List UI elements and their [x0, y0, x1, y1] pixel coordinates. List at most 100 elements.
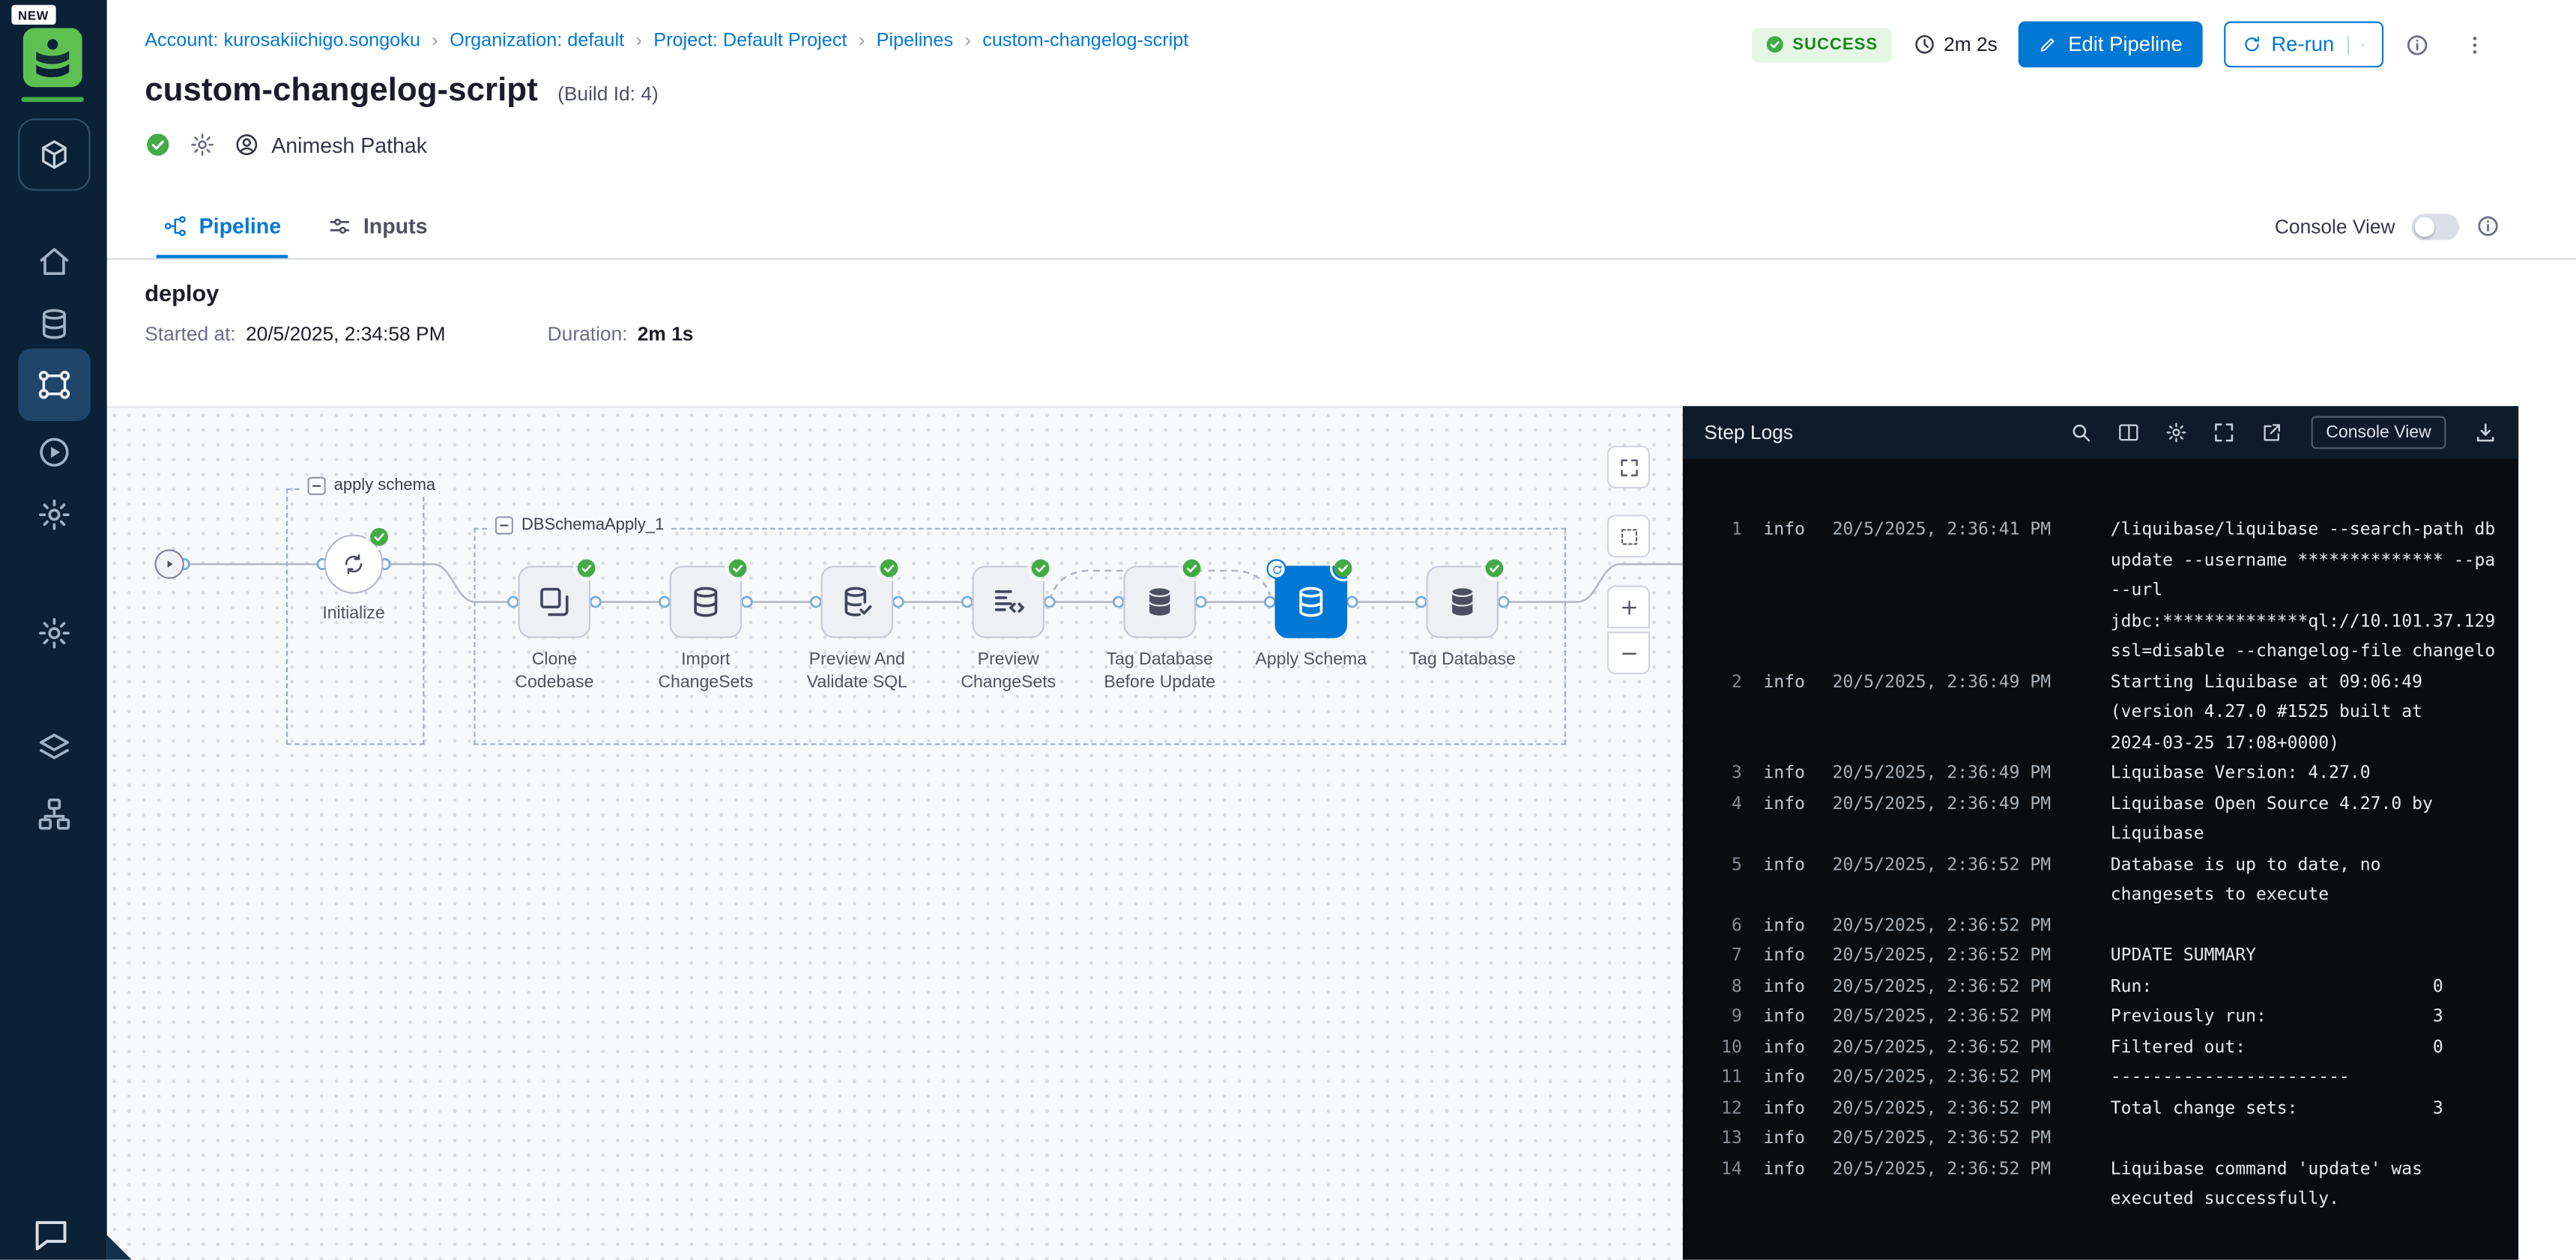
console-view-info-icon[interactable] — [2476, 213, 2500, 238]
expand-icon — [1618, 456, 1639, 478]
node-preview-changesets[interactable] — [972, 566, 1044, 638]
search-icon[interactable] — [2069, 421, 2093, 444]
node-tag-database-before-update[interactable] — [1123, 566, 1196, 638]
log-message: Filtered out: 0 — [2111, 1032, 2499, 1063]
fit-view-button[interactable] — [1607, 446, 1650, 488]
db-outline-icon — [1293, 584, 1329, 620]
db-filled-icon — [1445, 584, 1481, 620]
build-id: (Build Id: 4) — [557, 82, 659, 106]
log-level: info — [1763, 667, 1812, 697]
sidebar-item-environments[interactable] — [35, 730, 71, 766]
log-timestamp: 20/5/2025, 2:36:41 PM — [1833, 515, 2073, 545]
log-settings-icon[interactable] — [2165, 421, 2188, 444]
duration-value: 2m 1s — [638, 322, 694, 345]
edit-pipeline-button[interactable]: Edit Pipeline — [2019, 22, 2202, 67]
tab-inputs[interactable]: Inputs — [327, 194, 428, 258]
breadcrumb-item[interactable]: Pipelines — [877, 31, 953, 51]
select-mode-button[interactable] — [1607, 515, 1650, 557]
node-import-changesets[interactable] — [670, 566, 743, 638]
breadcrumb-item[interactable]: Project: Default Project — [653, 31, 847, 51]
chat-icon[interactable] — [31, 1215, 71, 1255]
app: NEW Account: kurosakiichigo.songoku › Orga… — [0, 0, 2576, 1260]
graph-nodes: InitializeClone CodebaseImport ChangeSet… — [107, 408, 1683, 1259]
sidebar-item-home[interactable] — [35, 243, 71, 279]
modules-icon — [37, 138, 70, 171]
log-level: info — [1763, 789, 1812, 820]
open-in-new-icon[interactable] — [2260, 421, 2283, 444]
split-view-icon[interactable] — [2117, 421, 2140, 444]
clock-icon — [1912, 33, 1935, 56]
console-view-label: Console View — [2275, 214, 2395, 237]
fullscreen-icon[interactable] — [2213, 421, 2236, 444]
log-timestamp: 20/5/2025, 2:36:49 PM — [1833, 667, 2073, 697]
node-initialize[interactable] — [324, 535, 383, 594]
canvas-controls — [1607, 446, 1650, 674]
pipelines-icon — [35, 367, 71, 403]
tab-pipeline[interactable]: Pipeline — [163, 194, 281, 258]
elapsed-label: 2m 2s — [1944, 33, 1998, 56]
log-line-number: 10 — [1706, 1032, 1742, 1063]
sidebar-item-triggers[interactable] — [35, 497, 71, 533]
gear-icon[interactable] — [189, 132, 215, 158]
console-view-button[interactable]: Console View — [2312, 416, 2446, 449]
node-tag-database[interactable] — [1426, 566, 1499, 638]
log-line-number: 12 — [1706, 1093, 1742, 1124]
info-icon[interactable] — [2405, 32, 2430, 57]
sidebar: NEW — [0, 0, 107, 1260]
node-label: Clone Codebase — [497, 649, 612, 694]
log-message: Starting Liquibase at 09:06:49(version 4… — [2111, 667, 2499, 758]
organizations-icon — [35, 796, 71, 832]
clone-icon — [536, 584, 572, 620]
log-lines[interactable]: 1info20/5/2025, 2:36:41 PM/liquibase/liq… — [1683, 459, 2518, 1260]
pencil-icon — [2039, 34, 2058, 54]
breadcrumb-item[interactable]: Account: kurosakiichigo.songoku — [145, 31, 420, 51]
breadcrumb-separator: › — [859, 31, 865, 51]
pipeline-success-icon — [145, 132, 171, 158]
zoom-out-button[interactable] — [1607, 631, 1650, 674]
success-badge — [1181, 557, 1203, 579]
status-badge: SUCCESS — [1752, 27, 1891, 61]
tab-pipeline-label: Pipeline — [199, 213, 281, 238]
sidebar-item-organizations[interactable] — [35, 796, 71, 832]
node-label: Tag Database Before Update — [1102, 649, 1218, 694]
log-line-number: 9 — [1706, 1002, 1742, 1032]
triggered-by: Animesh Pathak — [234, 132, 427, 158]
log-timestamp: 20/5/2025, 2:36:49 PM — [1833, 758, 2073, 789]
breadcrumb-item[interactable]: custom-changelog-script — [982, 31, 1188, 51]
sidebar-item-pipelines[interactable] — [17, 348, 90, 421]
step-info-badge — [1266, 559, 1286, 578]
sidebar-item-executions[interactable] — [35, 434, 71, 470]
node-clone-codebase[interactable] — [518, 566, 591, 638]
zoom-in-button[interactable] — [1607, 586, 1650, 629]
log-line-number: 1 — [1706, 515, 1742, 545]
pipeline-canvas[interactable]: apply schema DBSchemaApply_1 InitializeC… — [107, 406, 1683, 1259]
elapsed-time: 2m 2s — [1912, 33, 1997, 56]
chevron-down-icon[interactable] — [2347, 35, 2365, 53]
log-level: info — [1763, 941, 1812, 972]
log-level: info — [1763, 515, 1812, 545]
download-icon[interactable] — [2474, 421, 2497, 444]
toggle-knob — [2415, 216, 2434, 236]
log-level: info — [1763, 758, 1812, 789]
sidebar-item-settings[interactable] — [35, 615, 71, 651]
log-level: info — [1763, 1093, 1812, 1124]
sidebar-item-modules[interactable] — [17, 118, 90, 191]
log-timestamp: 20/5/2025, 2:36:52 PM — [1833, 910, 2073, 941]
breadcrumb-separator: › — [964, 31, 970, 51]
rerun-button[interactable]: Re-run — [2224, 22, 2383, 67]
node-apply-schema[interactable] — [1275, 566, 1347, 638]
log-line-number: 6 — [1706, 910, 1742, 941]
node-preview-and-validate-sql[interactable] — [821, 566, 894, 638]
node-label: Preview ChangeSets — [951, 649, 1066, 694]
success-badge — [878, 557, 900, 579]
stage-info: deploy Started at: 20/5/2025, 2:34:58 PM… — [107, 260, 2576, 406]
console-view-toggle[interactable] — [2411, 213, 2459, 239]
log-line-number: 8 — [1706, 971, 1742, 1002]
kebab-menu-icon[interactable] — [2463, 32, 2488, 57]
settings-icon — [35, 615, 71, 651]
breadcrumb-item[interactable]: Organization: default — [450, 31, 624, 51]
sidebar-item-databases[interactable] — [35, 306, 71, 342]
title-row: custom-changelog-script (Build Id: 4) — [145, 73, 659, 110]
log-row: 5info20/5/2025, 2:36:52 PMDatabase is up… — [1683, 849, 2518, 910]
started-label: Started at: — [145, 322, 236, 345]
